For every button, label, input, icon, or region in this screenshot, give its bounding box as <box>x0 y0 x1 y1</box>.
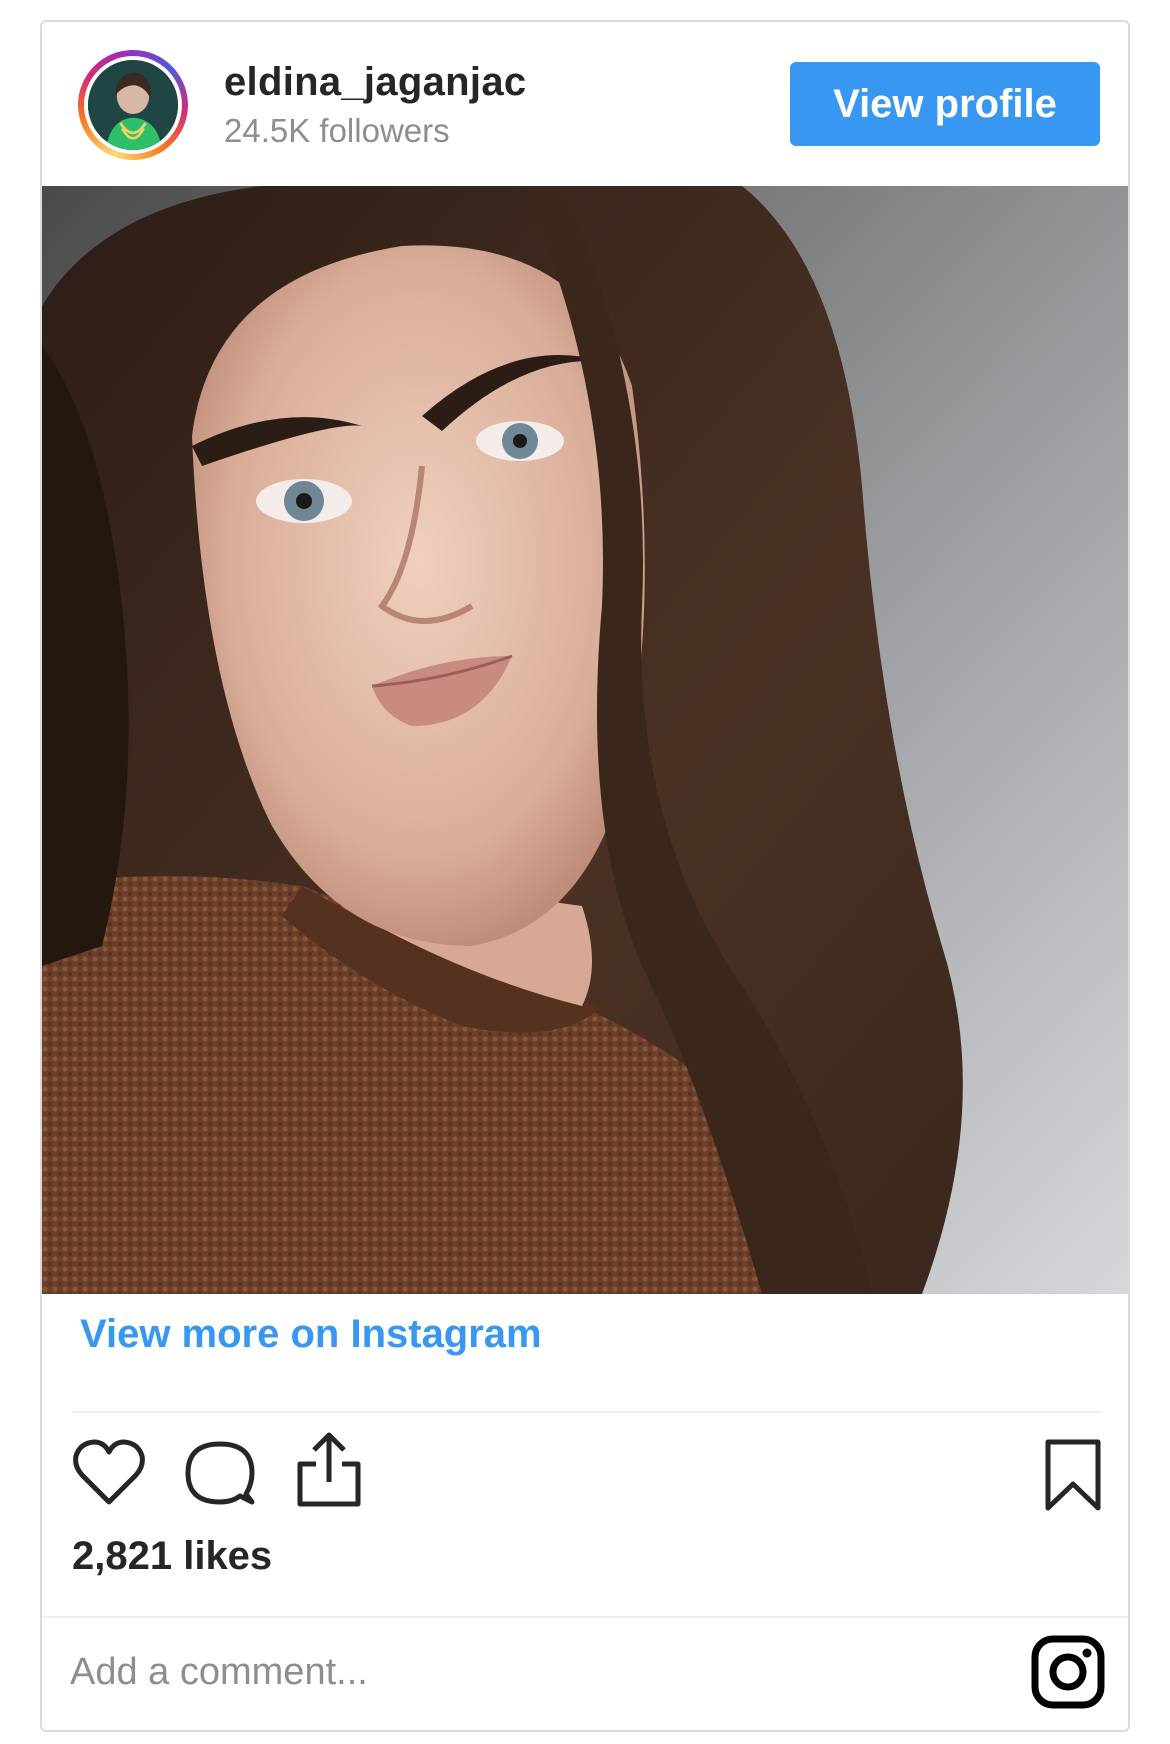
post-photo[interactable] <box>42 186 1128 1294</box>
username[interactable]: eldina_jaganjac <box>224 60 526 105</box>
view-more-link[interactable]: View more on Instagram <box>80 1312 542 1357</box>
bookmark-icon[interactable] <box>1042 1438 1104 1512</box>
instagram-icon[interactable] <box>1030 1634 1106 1710</box>
view-profile-button[interactable]: View profile <box>790 62 1100 146</box>
share-icon[interactable] <box>292 1430 366 1508</box>
heart-icon[interactable] <box>72 1438 146 1508</box>
post-header: eldina_jaganjac 24.5K followers View pro… <box>42 22 1128 186</box>
comment-icon[interactable] <box>184 1438 256 1508</box>
divider <box>42 1616 1128 1618</box>
divider <box>72 1411 1102 1413</box>
like-count[interactable]: 2,821 likes <box>72 1534 272 1579</box>
avatar[interactable] <box>84 56 182 154</box>
story-ring[interactable] <box>78 50 188 160</box>
follower-count: 24.5K followers <box>224 112 450 149</box>
instagram-embed-card: eldina_jaganjac 24.5K followers View pro… <box>40 20 1130 1732</box>
comment-input[interactable] <box>70 1634 990 1710</box>
